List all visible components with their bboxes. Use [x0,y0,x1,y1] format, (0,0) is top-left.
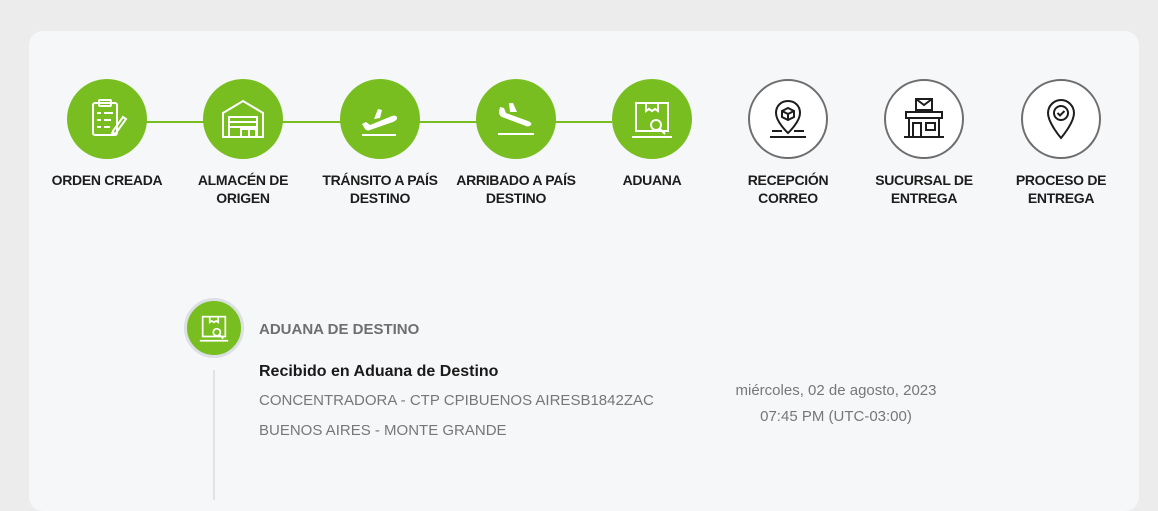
event-location-line: CONCENTRADORA - CTP CPIBUENOS AIRESB1842… [259,392,654,409]
step-circle [612,79,692,159]
step-label: ORDEN CREADA [51,172,163,188]
timeline-line [213,370,215,500]
event-icon [184,298,244,358]
event-city-line: BUENOS AIRES - MONTE GRANDE [259,422,507,439]
event-title: ADUANA DE DESTINO [259,321,420,338]
clipboard-icon [92,99,128,136]
step-label: ADUANA [622,172,682,188]
customs-box-icon [632,102,672,138]
warehouse-icon [222,99,264,138]
step-sucursal-entrega: SUCURSAL DE ENTREGA [854,79,994,207]
step-transito: TRÁNSITO A PAÍS DESTINO [310,79,450,207]
step-label: ALMACÉN DE ORIGEN [197,172,289,206]
progress-tracker: ORDEN CREADA ALMACÉN DE ORIGEN TRÁNSITO … [0,0,1158,230]
step-aduana: ADUANA [582,79,722,189]
step-almacen-origen: ALMACÉN DE ORIGEN [173,79,313,207]
step-circle [1021,79,1101,159]
step-circle [203,79,283,159]
store-icon [904,98,944,138]
plane-landing-icon [498,103,534,135]
event-date: miércoles, 02 de agosto, 2023 [735,382,937,399]
step-label: TRÁNSITO A PAÍS DESTINO [322,172,438,206]
location-check-icon [1046,98,1076,140]
event-headline: Recibido en Aduana de Destino [259,363,499,380]
step-circle [884,79,964,159]
map-pin-box-icon [770,99,806,138]
step-label: ARRIBADO A PAÍS DESTINO [456,172,576,206]
step-circle [476,79,556,159]
plane-takeoff-icon [362,109,397,136]
step-recepcion-correo: RECEPCIÓN CORREO [718,79,858,207]
customs-box-icon [199,315,229,342]
step-orden-creada: ORDEN CREADA [37,79,177,189]
step-arribado: ARRIBADO A PAÍS DESTINO [446,79,586,207]
step-circle [67,79,147,159]
step-label: SUCURSAL DE ENTREGA [875,172,973,206]
step-label: PROCESO DE ENTREGA [1015,172,1107,206]
step-proceso-entrega: PROCESO DE ENTREGA [991,79,1131,207]
event-time: 07:45 PM (UTC-03:00) [760,408,912,425]
step-circle [748,79,828,159]
step-label: RECEPCIÓN CORREO [747,172,829,206]
step-circle [340,79,420,159]
